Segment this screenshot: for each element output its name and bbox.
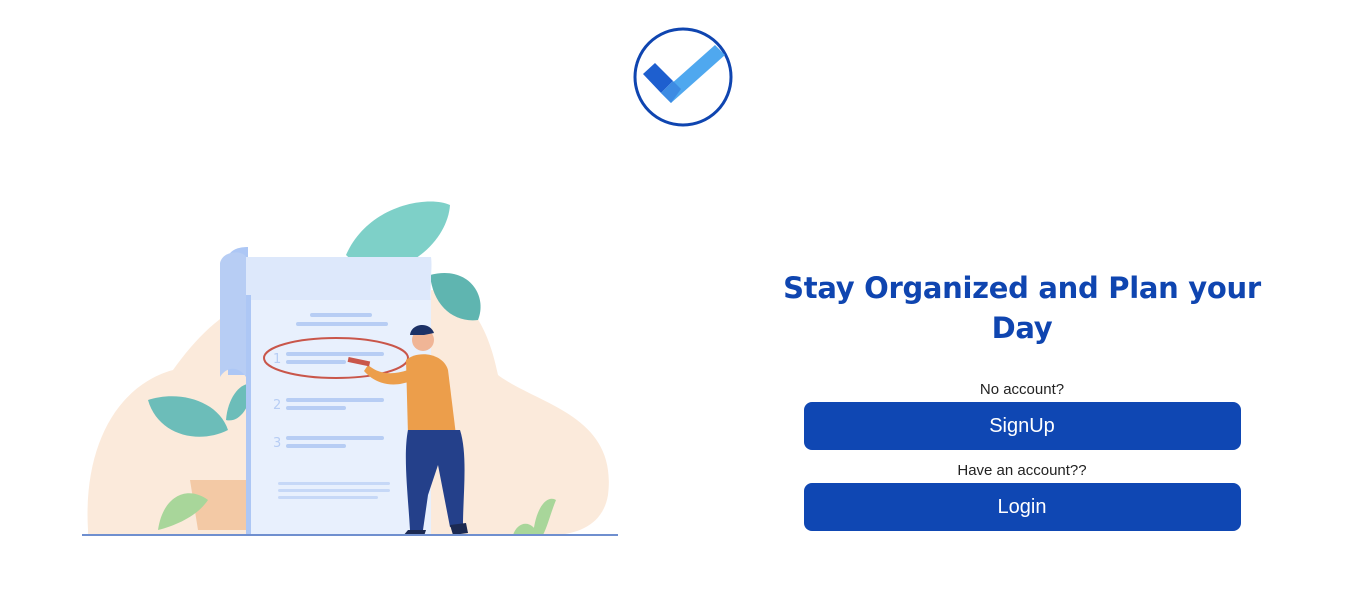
login-button[interactable]: Login (803, 483, 1241, 531)
signup-prompt: No account? (979, 381, 1065, 398)
signup-button[interactable]: SignUp (803, 402, 1241, 450)
hero-illustration: 1 2 3 (78, 195, 623, 545)
person-checklist-illustration: 1 2 3 (82, 201, 618, 536)
login-prompt: Have an account?? (957, 462, 1087, 479)
svg-text:2: 2 (273, 398, 281, 413)
auth-panel: Stay Organized and Plan your Day No acco… (760, 268, 1284, 531)
svg-text:3: 3 (273, 436, 281, 451)
page-title: Stay Organized and Plan your Day (783, 271, 1261, 345)
svg-text:1: 1 (273, 352, 281, 367)
checkmark-icon (633, 27, 733, 127)
app-logo (633, 27, 733, 127)
